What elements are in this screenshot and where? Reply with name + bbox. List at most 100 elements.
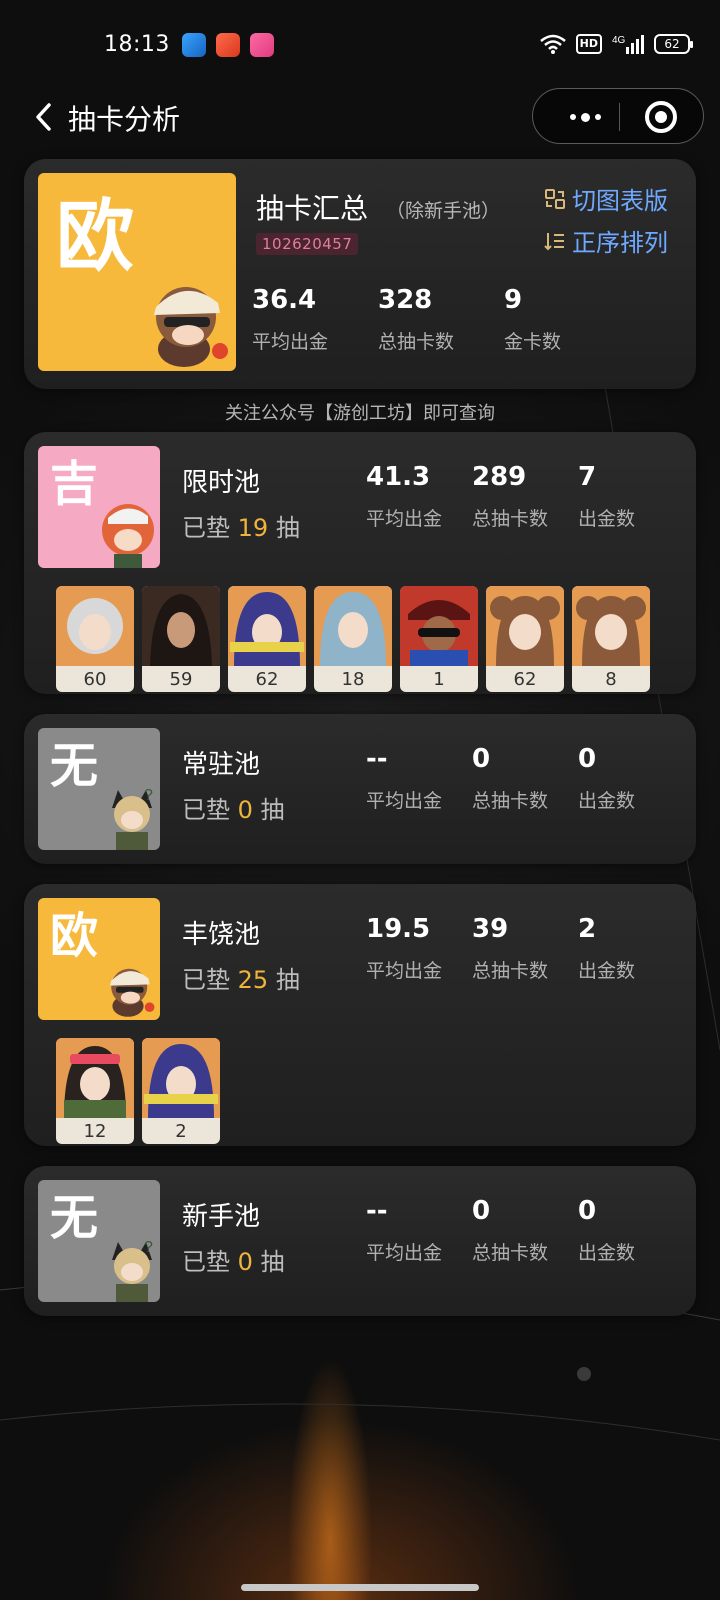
stat-value: 2 [578, 914, 597, 944]
pity-count: 已垫 19 抽 [182, 514, 300, 542]
svg-text:?: ? [144, 1239, 153, 1256]
stat-value: 39 [472, 914, 509, 944]
stat-label: 总抽卡数 [472, 790, 549, 812]
grade-badge: 欧 [38, 173, 236, 371]
pull-count: 8 [605, 669, 617, 690]
pull-count: 62 [513, 669, 537, 690]
notification-icons [182, 33, 274, 57]
stat-label: 总抽卡数 [378, 331, 455, 353]
pull-count: 12 [83, 1121, 107, 1142]
pull-count: 2 [175, 1121, 187, 1142]
pool-card-abundance[interactable]: 欧 丰饶池 已垫 25 抽 19.5 平均出金 39 总抽卡数 2 出金数 12… [24, 884, 696, 1146]
chevron-left-icon[interactable] [34, 102, 54, 132]
grade-badge: 无 ? [38, 728, 160, 850]
stat-value: 41.3 [366, 462, 431, 492]
svg-text:?: ? [144, 787, 153, 804]
pull-count: 1 [433, 669, 445, 690]
pull-count: 62 [255, 669, 279, 690]
grade-badge: 吉 [38, 446, 160, 568]
character-portrait [142, 586, 220, 666]
stat-label: 平均出金 [252, 331, 329, 353]
pity-count: 已垫 25 抽 [182, 966, 300, 994]
battery-icon: 62 [654, 34, 693, 54]
stat-value: 0 [578, 1196, 597, 1226]
pool-name: 常驻池 [182, 750, 261, 780]
stat-value: -- [366, 744, 388, 774]
app-notification-icon [216, 33, 240, 57]
summary-title: 抽卡汇总 [256, 192, 369, 225]
pull-count: 60 [83, 669, 107, 690]
target-icon[interactable] [645, 101, 677, 133]
pull-count: 59 [169, 669, 193, 690]
stat-label: 平均出金 [366, 1242, 443, 1264]
stat-label: 金卡数 [504, 331, 562, 353]
pity-count: 已垫 0 抽 [182, 796, 285, 824]
network-type-label: 4G [612, 35, 626, 46]
sort-order-button[interactable]: 正序排列 [544, 223, 668, 258]
grade-badge: 无 ? [38, 1180, 160, 1302]
pool-name: 丰饶池 [182, 920, 261, 950]
character-card[interactable]: 8 [572, 586, 650, 692]
pool-name: 新手池 [182, 1202, 261, 1232]
app-notification-icon [250, 33, 274, 57]
more-dots-icon[interactable] [555, 103, 615, 131]
character-portrait [228, 586, 306, 666]
stat-value: 289 [472, 462, 527, 492]
sort-order-label: 正序排列 [572, 229, 668, 257]
character-card[interactable]: 59 [142, 586, 220, 692]
switch-icon [545, 188, 565, 209]
stat-label: 平均出金 [366, 508, 443, 530]
grade-label: 欧 [56, 192, 135, 282]
stat-label: 出金数 [578, 790, 636, 812]
status-time: 18:13 [104, 32, 170, 57]
stat-label: 出金数 [578, 960, 636, 982]
character-portrait [486, 586, 564, 666]
character-card[interactable]: 62 [486, 586, 564, 692]
grade-label: 吉 [50, 456, 99, 512]
pull-count: 18 [341, 669, 365, 690]
chibi-character-image: ? [112, 1239, 153, 1302]
pity-value: 25 [237, 966, 269, 994]
stat-label: 平均出金 [366, 790, 443, 812]
character-portrait [314, 586, 392, 666]
status-bar: 18:13 HD 4G 62 [0, 0, 720, 90]
pity-count: 已垫 0 抽 [182, 1248, 285, 1276]
character-card[interactable]: 18 [314, 586, 392, 692]
character-portrait [572, 586, 650, 666]
pool-card-limited[interactable]: 吉 限时池 已垫 19 抽 41.3 平均出金 289 总抽卡数 7 出金数 6… [24, 432, 696, 694]
pool-name: 限时池 [182, 468, 261, 498]
notice-text: 关注公众号【游创工坊】即可查询 [225, 403, 495, 424]
stat-label: 平均出金 [366, 960, 443, 982]
stat-value: 328 [378, 285, 433, 315]
mini-program-capsule [532, 88, 704, 144]
character-portrait [142, 1038, 220, 1118]
pool-card-standard[interactable]: 无 ? 常驻池 已垫 0 抽 -- 平均出金 0 总抽卡数 0 出金数 [24, 714, 696, 864]
signal-icon: 4G [612, 35, 644, 54]
system-icons: HD 4G 62 [539, 33, 693, 55]
stat-value: 7 [578, 462, 597, 492]
switch-chart-button[interactable]: 切图表版 [544, 181, 668, 216]
stat-value: 0 [578, 744, 597, 774]
character-card[interactable]: 1 [400, 586, 478, 692]
character-card[interactable]: 12 [56, 1038, 134, 1144]
character-card[interactable]: 62 [228, 586, 306, 692]
character-portrait [56, 586, 134, 666]
stat-value: 0 [472, 744, 491, 774]
chibi-character-image [154, 287, 228, 367]
hd-icon: HD [575, 34, 602, 54]
character-portrait [400, 586, 478, 666]
grade-label: 欧 [50, 908, 99, 964]
character-card[interactable]: 60 [56, 586, 134, 692]
chibi-character-image: ? [112, 787, 153, 850]
character-card[interactable]: 2 [142, 1038, 220, 1144]
pool-card-beginner[interactable]: 无 ? 新手池 已垫 0 抽 -- 平均出金 0 总抽卡数 0 出金数 [24, 1166, 696, 1316]
pity-value: 19 [237, 514, 269, 542]
home-indicator[interactable] [241, 1584, 479, 1591]
stat-label: 出金数 [578, 508, 636, 530]
capsule-divider [619, 103, 620, 131]
uid-badge: 102620457 [256, 233, 359, 255]
pity-value: 0 [237, 1248, 253, 1276]
grade-label: 无 [50, 1190, 99, 1246]
chibi-character-image [110, 968, 155, 1017]
nav-bar: 抽卡分析 [0, 86, 720, 146]
